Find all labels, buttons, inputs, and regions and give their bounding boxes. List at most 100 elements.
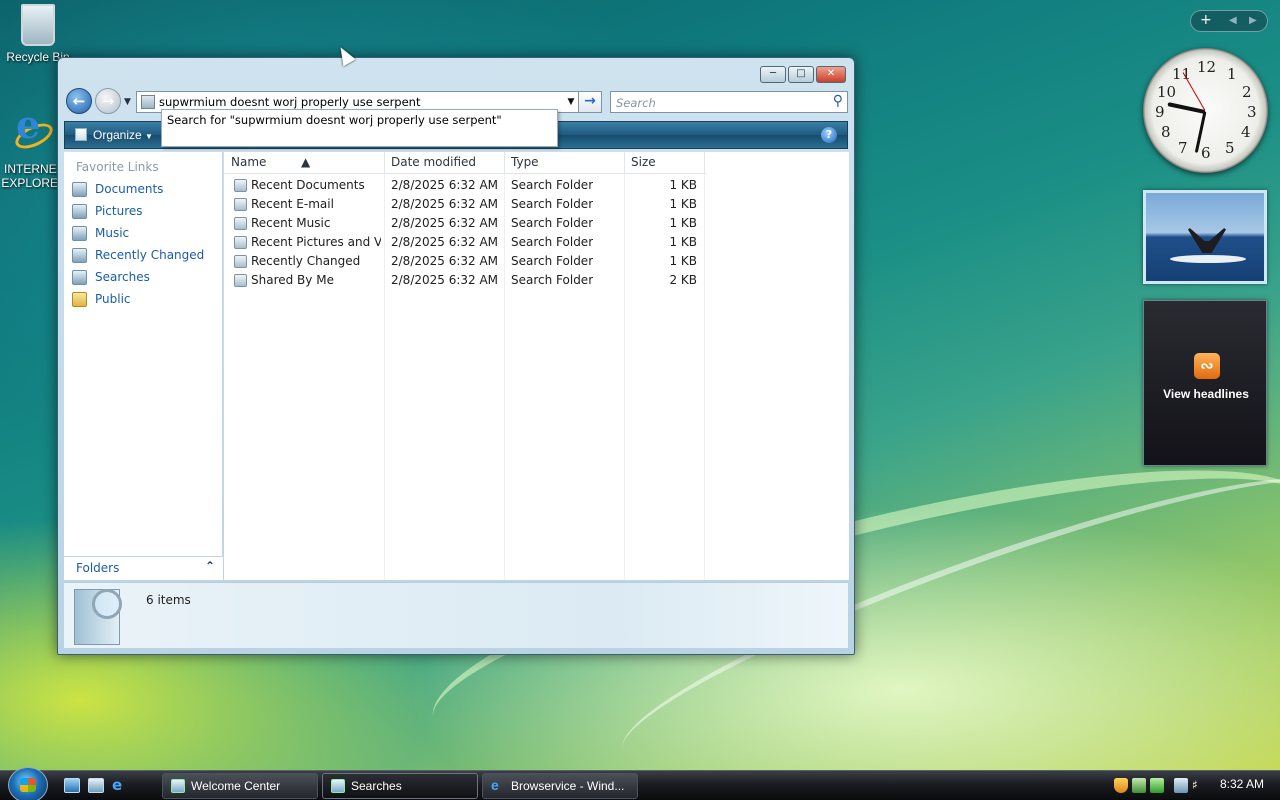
close-button[interactable]: ✕ bbox=[816, 66, 846, 83]
details-pane: 6 items bbox=[64, 582, 848, 648]
view-headlines-label[interactable]: View headlines bbox=[1144, 387, 1268, 401]
whale-tail-photo bbox=[1184, 223, 1230, 253]
cell-date: 2/8/2025 6:32 AM bbox=[391, 178, 499, 192]
favorite-link-searches[interactable]: Searches bbox=[72, 266, 204, 288]
system-tray: ♯ 8:32 AM bbox=[1104, 771, 1280, 800]
autocomplete-suggestion[interactable]: Search for "supwrmium doesnt worj proper… bbox=[162, 110, 557, 130]
search-folder-icon bbox=[141, 95, 155, 109]
photo-splash bbox=[1170, 255, 1246, 263]
windows-defender-icon[interactable] bbox=[1132, 778, 1146, 793]
clock-number: 5 bbox=[1225, 139, 1235, 157]
navigation-pane: Favorite Links Documents Pictures Music … bbox=[64, 152, 223, 580]
clock-number: 2 bbox=[1242, 83, 1252, 101]
clock-gadget[interactable]: 12 1 2 3 4 5 6 7 8 9 10 11 bbox=[1143, 48, 1268, 173]
table-row[interactable]: Shared By Me 2/8/2025 6:32 AM Search Fol… bbox=[224, 271, 706, 290]
column-header-type[interactable]: Type bbox=[511, 155, 539, 169]
sidebar-controls: + ◀ ▶ bbox=[1190, 10, 1268, 32]
organize-button[interactable]: Organize ▼ bbox=[69, 125, 159, 145]
favorite-link-public[interactable]: Public bbox=[72, 288, 204, 310]
taskbar-button-welcome-center[interactable]: Welcome Center bbox=[162, 773, 318, 799]
minimize-button[interactable]: ─ bbox=[760, 66, 786, 83]
table-row[interactable]: Recent E-mail 2/8/2025 6:32 AM Search Fo… bbox=[224, 195, 706, 214]
help-icon[interactable]: ? bbox=[821, 127, 837, 143]
favorite-link-pictures[interactable]: Pictures bbox=[72, 200, 204, 222]
network-icon[interactable] bbox=[1174, 778, 1188, 793]
search-folder-icon bbox=[234, 217, 247, 230]
clock-number: 7 bbox=[1178, 139, 1188, 157]
cell-size: 2 KB bbox=[669, 273, 697, 287]
windows-logo-icon bbox=[20, 778, 36, 792]
clock-number: 6 bbox=[1201, 144, 1211, 162]
slideshow-gadget[interactable] bbox=[1143, 190, 1267, 284]
table-row[interactable]: Recent Music 2/8/2025 6:32 AM Search Fol… bbox=[224, 214, 706, 233]
search-folder-icon bbox=[234, 274, 247, 287]
favorite-link-documents[interactable]: Documents bbox=[72, 178, 204, 200]
security-shield-icon[interactable] bbox=[1114, 778, 1128, 793]
go-arrow-icon: → bbox=[584, 93, 596, 109]
search-box[interactable]: ⚲ bbox=[610, 91, 848, 113]
table-row[interactable]: Recent Documents 2/8/2025 6:32 AM Search… bbox=[224, 176, 706, 195]
cell-date: 2/8/2025 6:32 AM bbox=[391, 254, 499, 268]
recent-pages-dropdown[interactable]: ▼ bbox=[124, 97, 131, 107]
column-header-size[interactable]: Size bbox=[631, 155, 656, 169]
go-button[interactable]: → bbox=[578, 91, 602, 113]
volume-muted-icon[interactable]: ♯ bbox=[1192, 778, 1206, 793]
update-icon[interactable] bbox=[1150, 778, 1164, 793]
switch-windows-icon[interactable] bbox=[88, 778, 104, 793]
favorite-links-list: Documents Pictures Music Recently Change… bbox=[72, 178, 204, 310]
cell-size: 1 KB bbox=[669, 178, 697, 192]
link-label: Music bbox=[95, 226, 130, 240]
cell-name: Recent Music bbox=[251, 216, 331, 230]
arrow-right-icon: → bbox=[101, 92, 115, 110]
back-button[interactable]: ← bbox=[66, 88, 92, 114]
column-resize-handle[interactable] bbox=[504, 152, 505, 174]
clock-number: 8 bbox=[1161, 123, 1171, 141]
search-folder-icon bbox=[234, 255, 247, 268]
maximize-button[interactable]: □ bbox=[788, 66, 814, 83]
column-header-date-modified[interactable]: Date modified bbox=[391, 155, 476, 169]
column-header-name[interactable]: Name bbox=[231, 155, 266, 169]
taskbar-button-searches[interactable]: Searches bbox=[322, 773, 478, 799]
folders-toggle[interactable]: Folders ⌃ bbox=[64, 556, 223, 580]
previous-page-icon[interactable]: ◀ bbox=[1229, 15, 1237, 26]
show-desktop-icon[interactable] bbox=[64, 778, 80, 793]
link-label: Pictures bbox=[95, 204, 143, 218]
cell-size: 1 KB bbox=[669, 254, 697, 268]
cell-date: 2/8/2025 6:32 AM bbox=[391, 273, 499, 287]
next-page-icon[interactable]: ▶ bbox=[1249, 15, 1257, 26]
item-count: 6 items bbox=[146, 593, 191, 607]
internet-explorer-icon: e bbox=[491, 777, 499, 793]
clock-number: 1 bbox=[1227, 65, 1237, 83]
clock-time[interactable]: 8:32 AM bbox=[1220, 777, 1264, 791]
column-resize-handle[interactable] bbox=[704, 152, 705, 174]
taskbar-button-browservice[interactable]: e Browservice - Wind... bbox=[482, 773, 638, 799]
address-dropdown-button[interactable]: ▼ bbox=[563, 92, 579, 112]
feed-headlines-gadget[interactable]: ∾ View headlines bbox=[1143, 300, 1267, 466]
internet-explorer-icon[interactable]: e bbox=[112, 778, 128, 793]
search-folder-icon bbox=[234, 236, 247, 249]
column-resize-handle[interactable] bbox=[384, 152, 385, 174]
start-button[interactable] bbox=[8, 767, 48, 800]
cell-type: Search Folder bbox=[511, 178, 594, 192]
welcome-center-icon bbox=[171, 779, 185, 793]
table-row[interactable]: Recent Pictures and Vi... 2/8/2025 6:32 … bbox=[224, 233, 706, 252]
column-resize-handle[interactable] bbox=[624, 152, 625, 174]
search-input[interactable] bbox=[616, 95, 816, 110]
clock-number: 12 bbox=[1197, 58, 1217, 76]
searches-icon bbox=[331, 779, 345, 793]
favorite-link-recently-changed[interactable]: Recently Changed bbox=[72, 244, 204, 266]
chevron-down-icon: ▼ bbox=[145, 132, 153, 141]
table-row[interactable]: Recently Changed 2/8/2025 6:32 AM Search… bbox=[224, 252, 706, 271]
search-icon[interactable]: ⚲ bbox=[833, 93, 843, 109]
forward-button[interactable]: → bbox=[95, 88, 121, 114]
desktop-icon-recycle-bin[interactable]: Recycle Bin bbox=[0, 4, 76, 64]
clock-number: 4 bbox=[1241, 123, 1251, 141]
address-input[interactable] bbox=[159, 94, 555, 110]
recently-changed-icon bbox=[72, 247, 87, 263]
taskbar-button-label: Browservice - Wind... bbox=[511, 779, 625, 793]
cell-name: Recent E-mail bbox=[251, 197, 334, 211]
folders-label: Folders bbox=[76, 561, 120, 575]
add-gadget-icon[interactable]: + bbox=[1200, 12, 1212, 28]
favorite-link-music[interactable]: Music bbox=[72, 222, 204, 244]
address-autocomplete: Search for "supwrmium doesnt worj proper… bbox=[161, 109, 558, 147]
